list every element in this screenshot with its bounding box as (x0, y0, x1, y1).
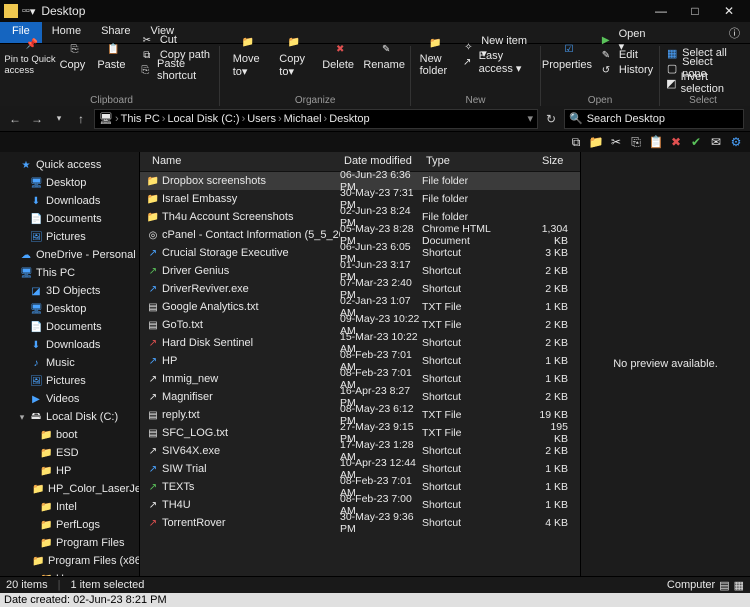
tree-node[interactable]: ⬇Downloads (0, 336, 139, 354)
new-folder-button[interactable]: 📁New folder (417, 33, 450, 77)
pc-icon: 🖥 (99, 112, 113, 125)
move-to-button[interactable]: 📁Move to▾ (226, 33, 266, 78)
file-list[interactable]: Name Date modified Type Size 📁Dropbox sc… (140, 152, 580, 576)
tree-node[interactable]: 📄Documents (0, 318, 139, 336)
tree-node[interactable]: 🖼Pictures (0, 372, 139, 390)
delete-button[interactable]: ✖Delete (318, 39, 358, 71)
refresh-button[interactable]: ↻ (542, 112, 560, 126)
tb-copy-icon[interactable]: ⧉ (568, 134, 584, 150)
copy-button[interactable]: ⎘Copy (56, 39, 89, 71)
tree-node[interactable]: ▶Videos (0, 390, 139, 408)
nav-forward-button[interactable]: → (28, 112, 46, 126)
search-icon: 🔍 (569, 112, 583, 125)
tree-node[interactable]: ⬇Downloads (0, 192, 139, 210)
window-title: Desktop (41, 4, 644, 18)
paste-button[interactable]: 📋Paste (95, 39, 128, 71)
tree-node[interactable]: ◪3D Objects (0, 282, 139, 300)
col-size[interactable]: Size (536, 152, 569, 171)
copy-to-button[interactable]: 📁Copy to▾ (272, 33, 312, 78)
tree-node[interactable]: ☁OneDrive - Personal (0, 246, 139, 264)
tree-node[interactable]: 📁Program Files (x86) (0, 552, 139, 570)
minimize-button[interactable]: ― (644, 0, 678, 22)
tb-paste-icon[interactable]: 📋 (648, 134, 664, 150)
cut-button[interactable]: ✂Cut (134, 33, 213, 47)
group-clipboard-label: Clipboard (10, 95, 213, 106)
tb-copy2-icon[interactable]: ⎘ (628, 134, 644, 150)
tb-mail-icon[interactable]: ✉ (708, 134, 724, 150)
tb-folder-icon[interactable]: 📁 (588, 134, 604, 150)
tree-node[interactable]: ▾📁Users (0, 570, 139, 576)
search-input[interactable]: 🔍 Search Desktop (564, 109, 744, 129)
history-button[interactable]: ↺History (593, 63, 653, 77)
invert-selection-button[interactable]: ◩Invert selection (666, 76, 740, 90)
rename-button[interactable]: ✎Rename (364, 39, 404, 71)
main-area: ★Quick access🖥Desktop⬇Downloads📄Document… (0, 152, 750, 576)
tree-node[interactable]: 📁Program Files (0, 534, 139, 552)
open-button[interactable]: ▶Open ▾ (593, 33, 653, 47)
status-location: Computer (667, 579, 715, 592)
nav-tree[interactable]: ★Quick access🖥Desktop⬇Downloads📄Document… (0, 152, 140, 576)
pin-quick-access-button[interactable]: 📌Pin to Quick access (10, 34, 50, 76)
breadcrumb[interactable]: 🖥› This PC› Local Disk (C:)› Users› Mich… (94, 109, 538, 129)
status-item-count: 20 items (6, 579, 48, 591)
crumb[interactable]: Michael (284, 113, 322, 125)
qttabbar-toolbar: ⧉ 📁 ✂ ⎘ 📋 ✖ ✔ ✉ ⚙ (0, 132, 750, 152)
status-selection: 1 item selected (70, 579, 144, 591)
col-type[interactable]: Type (420, 152, 536, 171)
tb-cut-icon[interactable]: ✂ (608, 134, 624, 150)
view-details-icon[interactable]: ▤ (719, 579, 729, 592)
group-select-label: Select (666, 95, 740, 106)
tree-node[interactable]: 📄Documents (0, 210, 139, 228)
tb-check-icon[interactable]: ✔ (688, 134, 704, 150)
crumb[interactable]: Desktop (329, 113, 369, 125)
ribbon-help-icon[interactable]: ⓘ (719, 22, 750, 43)
col-name[interactable]: Name (140, 152, 338, 171)
tb-delete-icon[interactable]: ✖ (668, 134, 684, 150)
nav-up-button[interactable]: ↑ (72, 112, 90, 126)
tree-node[interactable]: 📁PerfLogs (0, 516, 139, 534)
tree-node[interactable]: 🖼Pictures (0, 228, 139, 246)
group-open-label: Open (547, 95, 653, 106)
crumb[interactable]: Local Disk (C:) (167, 113, 239, 125)
statusbar-secondary: Date created: 02-Jun-23 8:21 PM (0, 593, 750, 607)
view-large-icon[interactable]: ▦ (734, 579, 744, 592)
folder-icon (4, 4, 18, 18)
table-row[interactable]: ↗TorrentRover30-May-23 9:36 PMShortcut4 … (140, 514, 580, 532)
tree-node[interactable]: ♪Music (0, 354, 139, 372)
qat-chevron[interactable]: ▾ (30, 5, 36, 18)
crumb[interactable]: Users (247, 113, 276, 125)
tree-node[interactable]: 📁boot (0, 426, 139, 444)
titlebar: ▫ ▫ ▾ Desktop ― □ ✕ (0, 0, 750, 22)
tree-node[interactable]: 🖥Desktop (0, 174, 139, 192)
ribbon: 📌Pin to Quick access ⎘Copy 📋Paste ✂Cut ⧉… (0, 44, 750, 106)
tree-node[interactable]: 🖥This PC (0, 264, 139, 282)
tree-node[interactable]: 📁Intel (0, 498, 139, 516)
paste-shortcut-button[interactable]: ⎘Paste shortcut (134, 63, 213, 77)
tree-node[interactable]: ★Quick access (0, 156, 139, 174)
edit-button[interactable]: ✎Edit (593, 48, 653, 62)
preview-pane: No preview available. (580, 152, 750, 576)
tb-settings-icon[interactable]: ⚙ (728, 134, 744, 150)
nav-bar: ← → ▾ ↑ 🖥› This PC› Local Disk (C:)› Use… (0, 106, 750, 132)
tree-node[interactable]: 📁ESD (0, 444, 139, 462)
nav-recent-button[interactable]: ▾ (50, 113, 68, 124)
close-button[interactable]: ✕ (712, 0, 746, 22)
properties-button[interactable]: ☑Properties (547, 39, 587, 71)
group-new-label: New (417, 95, 534, 106)
crumb[interactable]: This PC (121, 113, 160, 125)
tree-node[interactable]: 🖥Desktop (0, 300, 139, 318)
nav-back-button[interactable]: ← (6, 112, 24, 126)
tree-node[interactable]: ▾🖴Local Disk (C:) (0, 408, 139, 426)
group-organize-label: Organize (226, 95, 404, 106)
maximize-button[interactable]: □ (678, 0, 712, 22)
tree-node[interactable]: 📁HP_Color_LaserJet_Pro_MFP_M (0, 480, 139, 498)
easy-access-button[interactable]: ↗Easy access ▾ (456, 56, 534, 70)
crumb-dropdown-icon[interactable]: ▾ (527, 112, 533, 125)
tree-node[interactable]: 📁HP (0, 462, 139, 480)
